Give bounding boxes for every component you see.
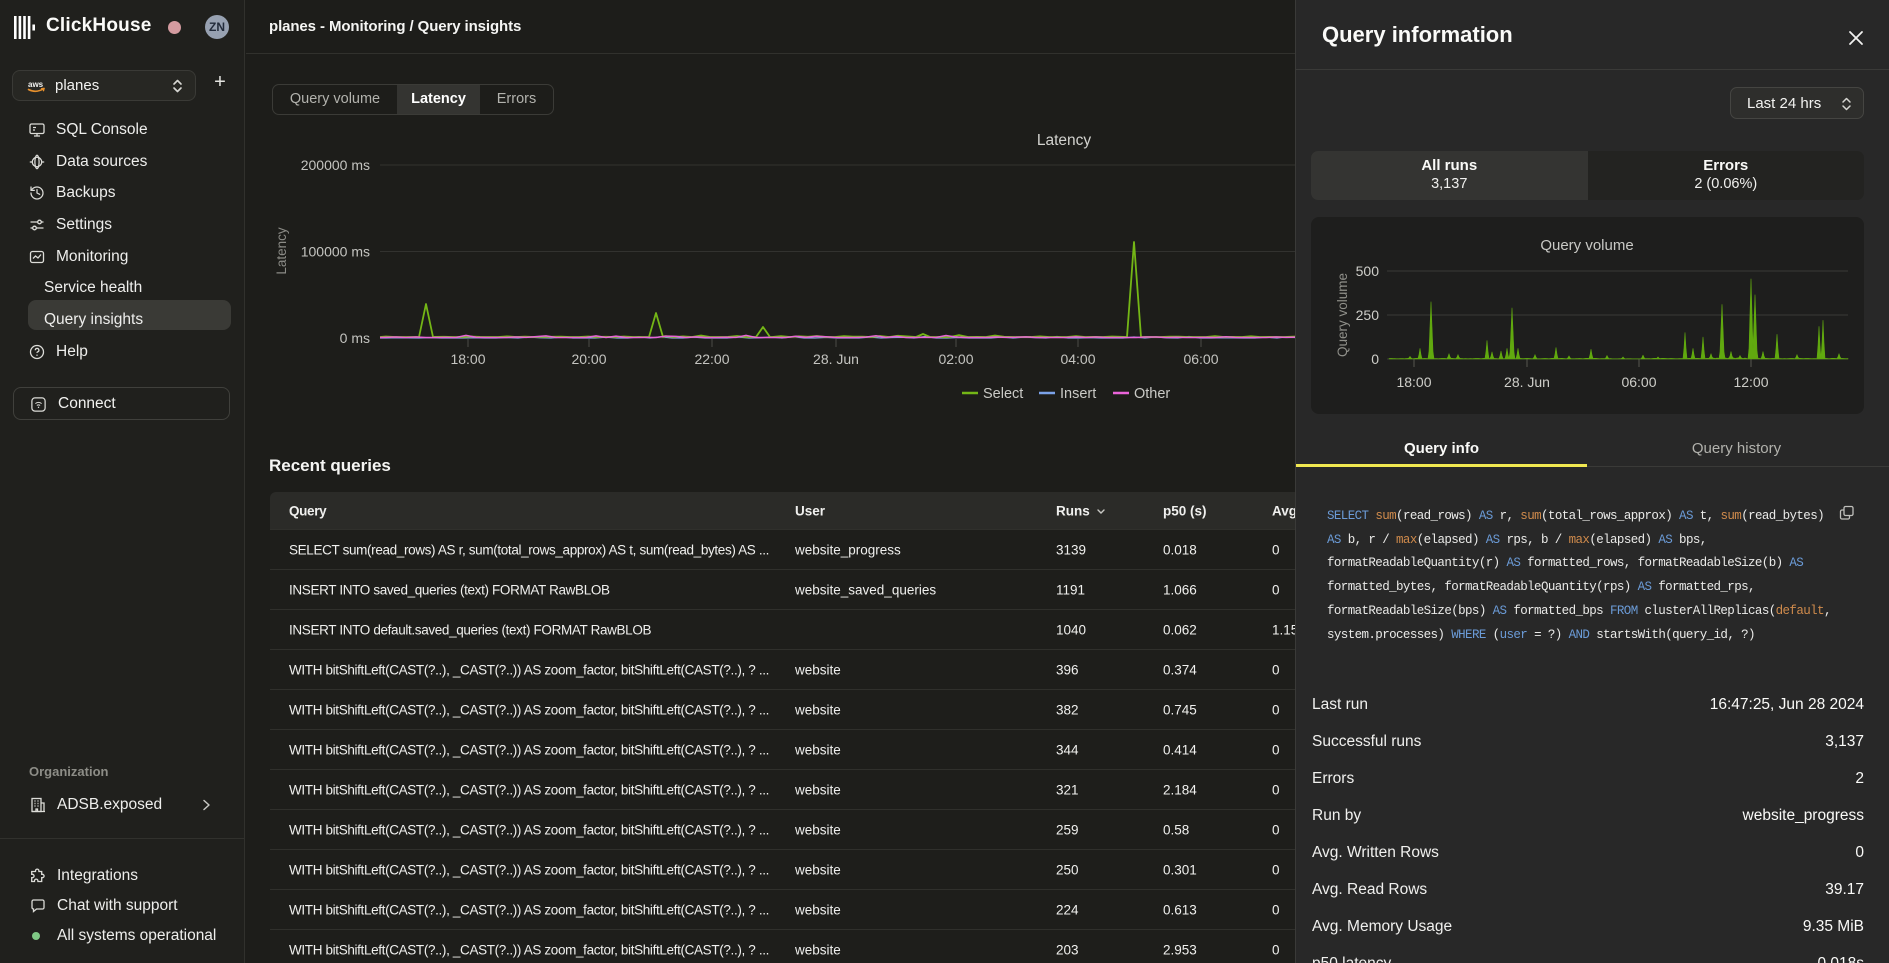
svg-text:02:00: 02:00 bbox=[938, 351, 973, 367]
svg-text:18:00: 18:00 bbox=[450, 351, 485, 367]
svg-text:20:00: 20:00 bbox=[571, 351, 606, 367]
svg-text:Other: Other bbox=[1134, 386, 1170, 402]
svg-text:250: 250 bbox=[1356, 307, 1380, 323]
svg-text:22:00: 22:00 bbox=[694, 351, 729, 367]
svg-text:28. Jun: 28. Jun bbox=[813, 351, 859, 367]
svg-text:12:00: 12:00 bbox=[1733, 374, 1768, 390]
svg-text:28. Jun: 28. Jun bbox=[1504, 374, 1550, 390]
svg-text:500: 500 bbox=[1356, 263, 1380, 279]
svg-text:aws: aws bbox=[28, 80, 44, 89]
svg-text:04:00: 04:00 bbox=[1060, 351, 1095, 367]
svg-text:Latency: Latency bbox=[274, 227, 289, 275]
svg-text:06:00: 06:00 bbox=[1183, 351, 1218, 367]
svg-text:100000 ms: 100000 ms bbox=[301, 244, 370, 260]
svg-text:Insert: Insert bbox=[1060, 386, 1096, 402]
svg-text:Select: Select bbox=[983, 386, 1023, 402]
svg-text:18:00: 18:00 bbox=[1396, 374, 1431, 390]
svg-text:Query volume: Query volume bbox=[1335, 273, 1350, 357]
svg-text:0 ms: 0 ms bbox=[340, 330, 370, 346]
svg-text:200000 ms: 200000 ms bbox=[301, 157, 370, 173]
svg-text:0: 0 bbox=[1371, 351, 1379, 367]
svg-text:Latency: Latency bbox=[1037, 132, 1092, 149]
svg-text:Query volume: Query volume bbox=[1540, 237, 1633, 254]
svg-text:06:00: 06:00 bbox=[1621, 374, 1656, 390]
